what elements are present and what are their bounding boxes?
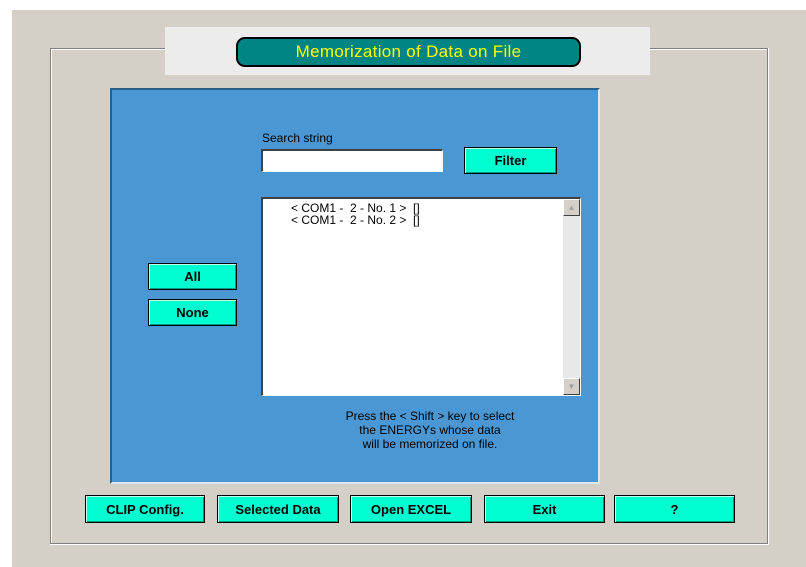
- scroll-up-arrow-icon[interactable]: ▲: [563, 199, 580, 216]
- exit-button[interactable]: Exit: [484, 495, 605, 523]
- search-input[interactable]: [261, 149, 443, 172]
- frame-top-right-highlight: [649, 49, 768, 50]
- listbox-items: < COM1 - 2 - No. 1 > [] < COM1 - 2 - No.…: [291, 202, 420, 226]
- list-item[interactable]: < COM1 - 2 - No. 2 > []: [291, 214, 420, 226]
- scroll-down-arrow-icon[interactable]: ▼: [563, 378, 580, 395]
- frame-bottom-highlight: [50, 544, 769, 545]
- frame-left-highlight: [51, 49, 52, 543]
- frame-right-highlight: [768, 48, 769, 545]
- selected-data-button[interactable]: Selected Data: [217, 495, 339, 523]
- clip-config-button[interactable]: CLIP Config.: [85, 495, 205, 523]
- hint-line: Press the < Shift > key to select: [345, 409, 515, 423]
- select-none-button[interactable]: None: [148, 299, 237, 326]
- selection-hint: Press the < Shift > key to select the EN…: [300, 409, 560, 451]
- filter-button[interactable]: Filter: [464, 147, 557, 174]
- listbox-scrollbar[interactable]: ▲ ▼: [563, 199, 580, 395]
- frame-top-left-highlight: [51, 49, 166, 50]
- open-excel-button[interactable]: Open EXCEL: [350, 495, 472, 523]
- select-all-button[interactable]: All: [148, 263, 237, 290]
- energy-listbox[interactable]: < COM1 - 2 - No. 1 > [] < COM1 - 2 - No.…: [261, 197, 581, 396]
- search-label: Search string: [262, 131, 333, 145]
- hint-line: will be memorized on file.: [362, 437, 498, 451]
- hint-line: the ENERGYs whose data: [359, 423, 501, 437]
- help-button[interactable]: ?: [614, 495, 735, 523]
- page-title: Memorization of Data on File: [236, 37, 581, 67]
